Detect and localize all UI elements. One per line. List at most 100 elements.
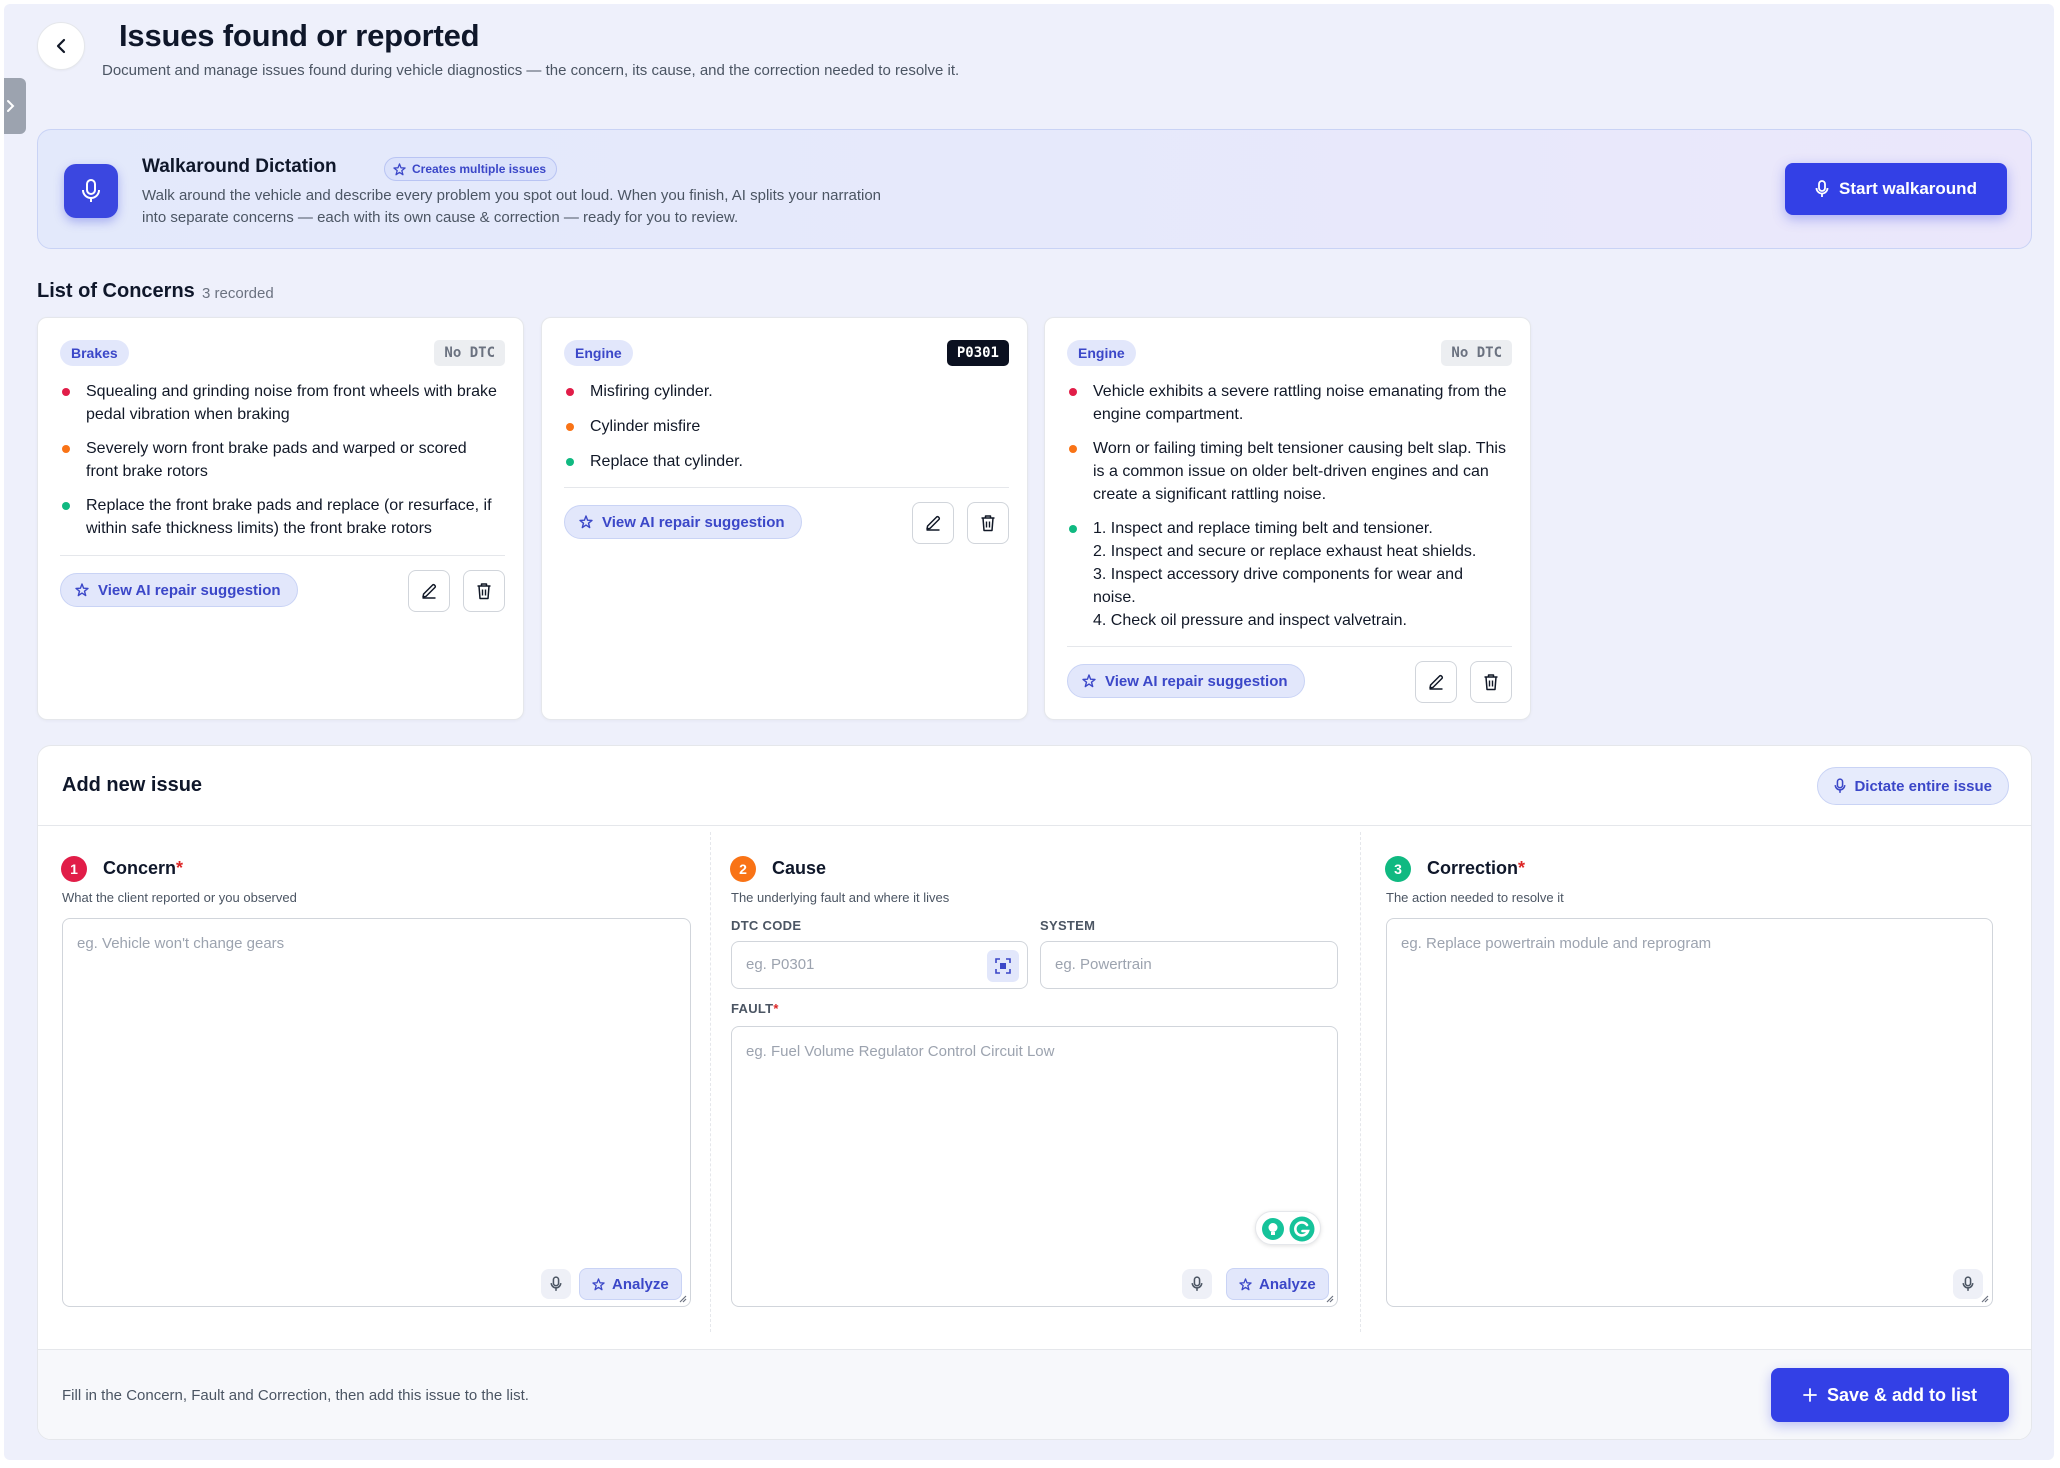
cause-line: Cylinder misfire: [564, 415, 1005, 438]
save-add-button[interactable]: Save & add to list: [1771, 1368, 2009, 1422]
dictate-issue-label: Dictate entire issue: [1854, 777, 1992, 795]
analyze-label: Analyze: [1259, 1275, 1316, 1293]
resize-handle-icon[interactable]: [677, 1293, 687, 1303]
fault-label: FAULT*: [731, 1001, 779, 1016]
system-chip: Engine: [1067, 340, 1136, 366]
correction-textarea[interactable]: eg. Replace powertrain module and reprog…: [1386, 918, 1993, 1307]
cause-line: Severely worn front brake pads and warpe…: [60, 437, 501, 483]
view-ai-suggestion-button[interactable]: View AI repair suggestion: [564, 505, 802, 539]
concern-line: Squealing and grinding noise from front …: [60, 380, 501, 426]
pencil-icon: [926, 515, 941, 531]
step-number: 2: [730, 856, 756, 882]
issues-page: Issues found or reported Document and ma…: [4, 4, 2054, 1460]
ai-suggestion-label: View AI repair suggestion: [1105, 672, 1288, 690]
cause-line: Worn or failing timing belt tensioner ca…: [1067, 437, 1508, 506]
view-ai-suggestion-button[interactable]: View AI repair suggestion: [1067, 664, 1305, 698]
fault-placeholder: eg. Fuel Volume Regulator Control Circui…: [746, 1043, 1055, 1060]
ai-suggestion-label: View AI repair suggestion: [602, 513, 785, 531]
edit-button[interactable]: [1415, 661, 1457, 703]
concern-title: Concern*: [103, 858, 183, 879]
concern-analyze-button[interactable]: Analyze: [579, 1268, 682, 1300]
add-issue-panel: Add new issue Dictate entire issue 1 Con…: [37, 745, 2032, 1440]
plus-icon: [1803, 1388, 1817, 1402]
resize-handle-icon[interactable]: [1324, 1293, 1334, 1303]
required-marker: *: [1518, 858, 1526, 878]
microphone-icon: [64, 164, 118, 218]
concern-line: Vehicle exhibits a severe rattling noise…: [1067, 380, 1508, 426]
step-number: 3: [1385, 856, 1411, 882]
delete-button[interactable]: [463, 570, 505, 612]
concerns-title: List of Concerns: [37, 280, 195, 302]
concern-card: Engine No DTC Vehicle exhibits a severe …: [1044, 317, 1531, 720]
concern-textarea[interactable]: eg. Vehicle won't change gears Analyze: [62, 918, 691, 1307]
dtc-badge: No DTC: [1441, 340, 1512, 366]
required-marker: *: [176, 858, 184, 878]
concern-title-text: Concern: [103, 858, 177, 878]
view-ai-suggestion-button[interactable]: View AI repair suggestion: [60, 573, 298, 607]
chevron-right-icon: [7, 100, 15, 112]
dtc-badge: P0301: [946, 340, 1009, 366]
footer-hint: Fill in the Concern, Fault and Correctio…: [62, 1387, 529, 1404]
concern-card: Engine P0301 Misfiring cylinder. Cylinde…: [541, 317, 1028, 720]
dictate-issue-button[interactable]: Dictate entire issue: [1817, 767, 2009, 805]
lightbulb-icon: [1262, 1218, 1284, 1240]
grammarly-widget[interactable]: [1255, 1211, 1321, 1245]
start-walkaround-button[interactable]: Start walkaround: [1785, 163, 2007, 215]
sidebar-toggle[interactable]: [4, 78, 26, 134]
delete-button[interactable]: [1470, 661, 1512, 703]
back-button[interactable]: [37, 22, 85, 70]
pencil-icon: [1429, 674, 1444, 690]
sparkle-icon: [592, 1277, 605, 1290]
concern-card: Brakes No DTC Squealing and grinding noi…: [37, 317, 524, 720]
correction-title: Correction*: [1427, 858, 1525, 879]
correction-subtitle: The action needed to resolve it: [1386, 890, 1564, 905]
cause-text: Cylinder misfire: [590, 418, 701, 435]
system-chip: Brakes: [60, 340, 129, 366]
microphone-icon: [1815, 180, 1829, 197]
scan-button[interactable]: [987, 950, 1019, 982]
fault-textarea[interactable]: eg. Fuel Volume Regulator Control Circui…: [731, 1026, 1338, 1307]
edit-button[interactable]: [408, 570, 450, 612]
cause-title: Cause: [772, 858, 827, 878]
dtc-code-input[interactable]: eg. P0301: [731, 941, 1028, 989]
correction-line: 1. Inspect and replace timing belt and t…: [1067, 517, 1508, 632]
resize-handle-icon[interactable]: [1979, 1293, 1989, 1303]
sparkle-icon: [75, 583, 89, 597]
microphone-icon: [1191, 1276, 1203, 1291]
dtc-code-placeholder: eg. P0301: [746, 956, 815, 973]
correction-line: Replace that cylinder.: [564, 450, 1005, 473]
fault-mic-button[interactable]: [1182, 1269, 1212, 1299]
ai-suggestion-label: View AI repair suggestion: [98, 581, 281, 599]
walkaround-panel: Walkaround Dictation Creates multiple is…: [37, 129, 2032, 249]
delete-button[interactable]: [967, 502, 1009, 544]
microphone-icon: [550, 1276, 562, 1291]
edit-button[interactable]: [912, 502, 954, 544]
dtc-badge: No DTC: [434, 340, 505, 366]
cause-text: Worn or failing timing belt tensioner ca…: [1093, 440, 1506, 503]
walkaround-badge: Creates multiple issues: [384, 157, 558, 181]
walkaround-title: Walkaround Dictation: [142, 156, 337, 177]
required-marker: *: [773, 1001, 779, 1016]
system-input[interactable]: eg. Powertrain: [1040, 941, 1338, 989]
cause-subtitle: The underlying fault and where it lives: [731, 890, 950, 905]
add-issue-title: Add new issue: [62, 774, 203, 796]
correction-text: 1. Inspect and replace timing belt and t…: [1093, 520, 1477, 629]
concern-column: 1 Concern* What the client reported or y…: [38, 826, 710, 1341]
sparkle-icon: [1239, 1277, 1252, 1290]
pencil-icon: [422, 583, 437, 599]
sparkle-icon: [1082, 674, 1096, 688]
system-label: SYSTEM: [1040, 918, 1096, 933]
page-subtitle: Document and manage issues found during …: [102, 62, 960, 79]
fault-label-text: FAULT: [731, 1001, 774, 1016]
cause-column: 2 Cause The underlying fault and where i…: [710, 826, 1360, 1341]
sparkle-icon: [393, 162, 406, 175]
correction-line: Replace the front brake pads and replace…: [60, 494, 501, 540]
concern-text: Vehicle exhibits a severe rattling noise…: [1093, 383, 1507, 423]
trash-icon: [1484, 674, 1498, 691]
concern-mic-button[interactable]: [541, 1269, 571, 1299]
correction-text: Replace the front brake pads and replace…: [86, 497, 492, 537]
concern-placeholder: eg. Vehicle won't change gears: [77, 935, 285, 952]
page-title: Issues found or reported: [119, 18, 480, 53]
scan-icon: [995, 958, 1011, 974]
fault-analyze-button[interactable]: Analyze: [1226, 1268, 1329, 1300]
